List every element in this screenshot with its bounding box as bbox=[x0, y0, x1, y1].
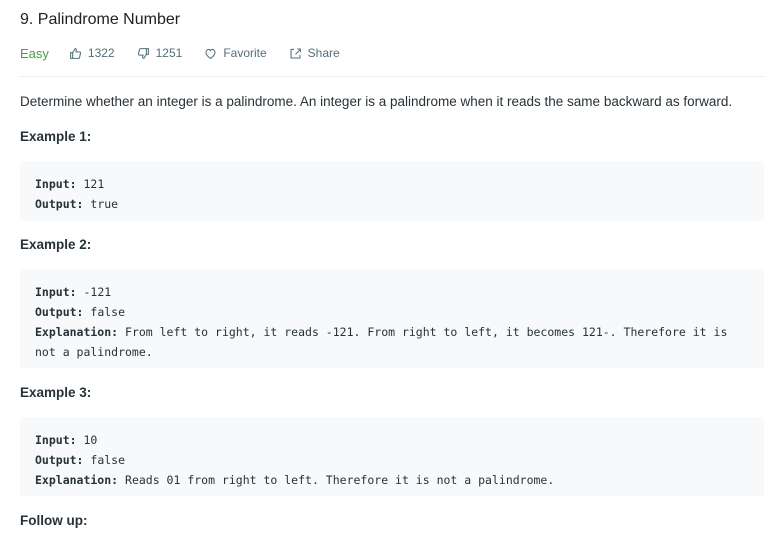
thumbs-up-icon bbox=[70, 47, 82, 59]
input-value: -121 bbox=[76, 285, 112, 299]
difficulty-badge: Easy bbox=[20, 45, 49, 61]
favorite-label: Favorite bbox=[223, 46, 267, 60]
example-2-code-block: Input: -121 Output: false Explanation: F… bbox=[20, 269, 764, 368]
problem-description: Determine whether an integer is a palind… bbox=[20, 94, 733, 109]
output-value: false bbox=[83, 453, 126, 467]
input-label: Input: bbox=[35, 433, 77, 447]
example-1-code-block: Input: 121 Output: true bbox=[20, 161, 764, 221]
dislike-button[interactable]: 1251 bbox=[137, 46, 183, 60]
heart-icon bbox=[205, 48, 216, 59]
input-label: Input: bbox=[35, 177, 77, 191]
explanation-label: Explanation: bbox=[35, 473, 119, 487]
example-3-explanation-line: Explanation: Reads 01 from right to left… bbox=[35, 470, 749, 490]
explanation-label: Explanation: bbox=[35, 325, 119, 339]
example-3-output-line: Output: false bbox=[35, 450, 749, 470]
share-icon bbox=[290, 48, 301, 58]
example-3-title: Example 3: bbox=[20, 385, 92, 400]
input-label: Input: bbox=[35, 285, 77, 299]
output-value: true bbox=[83, 197, 119, 211]
input-value: 121 bbox=[76, 177, 105, 191]
example-1-title: Example 1: bbox=[20, 129, 92, 144]
output-label: Output: bbox=[35, 305, 84, 319]
output-label: Output: bbox=[35, 453, 84, 467]
example-1-input-line: Input: 121 bbox=[35, 174, 749, 194]
like-button[interactable]: 1322 bbox=[69, 46, 115, 60]
dislike-count: 1251 bbox=[155, 46, 183, 60]
input-value: 10 bbox=[76, 433, 98, 447]
output-label: Output: bbox=[35, 197, 84, 211]
explanation-value: Reads 01 from right to left. Therefore i… bbox=[118, 473, 555, 487]
example-2-title: Example 2: bbox=[20, 237, 92, 252]
explanation-value: From left to right, it reads -121. From … bbox=[35, 325, 735, 359]
example-2-explanation-line: Explanation: From left to right, it read… bbox=[35, 322, 749, 362]
follow-up-title: Follow up: bbox=[20, 513, 88, 528]
example-3-input-line: Input: 10 bbox=[35, 430, 749, 450]
example-2-input-line: Input: -121 bbox=[35, 282, 749, 302]
problem-meta-bar: Easy 1322 1251 Favorite Share bbox=[20, 44, 362, 62]
share-label: Share bbox=[307, 46, 340, 60]
example-1-output-line: Output: true bbox=[35, 194, 749, 214]
problem-page: 9. Palindrome Number Easy 1322 1251 Favo… bbox=[0, 0, 775, 551]
example-2-output-line: Output: false bbox=[35, 302, 749, 322]
like-count: 1322 bbox=[87, 46, 115, 60]
output-value: false bbox=[83, 305, 126, 319]
problem-title: 9. Palindrome Number bbox=[20, 11, 181, 28]
example-3-code-block: Input: 10 Output: false Explanation: Rea… bbox=[20, 417, 764, 496]
thumbs-down-icon bbox=[137, 47, 149, 59]
share-button[interactable]: Share bbox=[289, 46, 340, 60]
header-divider bbox=[20, 76, 764, 77]
favorite-button[interactable]: Favorite bbox=[204, 46, 267, 60]
